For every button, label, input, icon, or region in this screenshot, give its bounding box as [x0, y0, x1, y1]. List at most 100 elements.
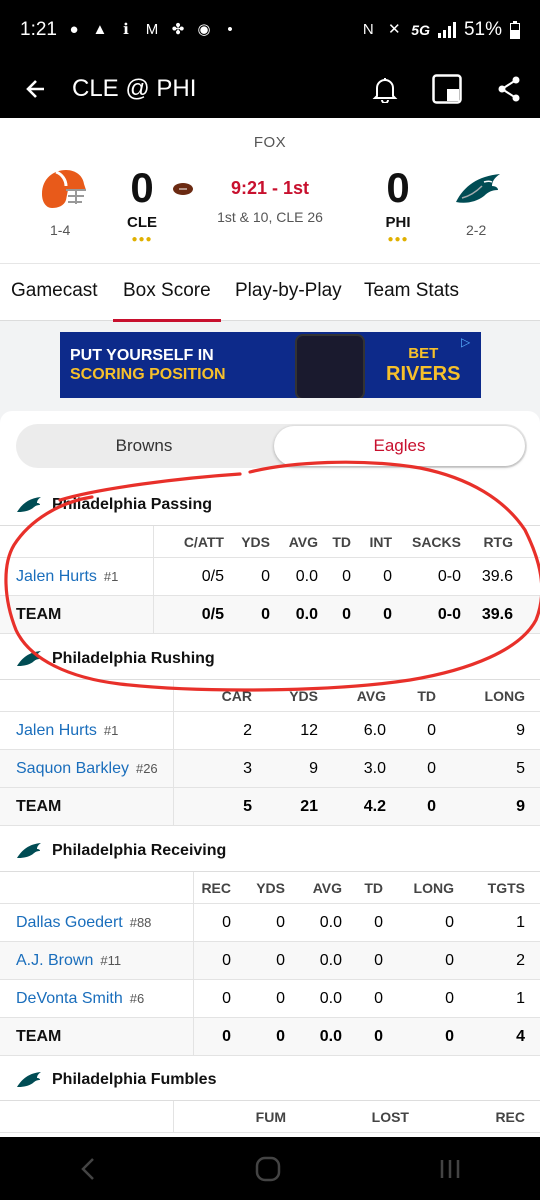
column-header: REC: [495, 1108, 525, 1125]
box-score-panel: Browns Eagles Philadelphia Passing C/ATT Y…: [0, 411, 540, 1141]
jersey-number: #6: [129, 991, 145, 1006]
possession-football-icon: [173, 183, 193, 195]
column-divider: [173, 1101, 174, 1132]
player-link[interactable]: A.J. Brown: [16, 952, 93, 970]
player-row: Jalen Hurts #1 2 12 6.0 0 9: [0, 712, 540, 750]
player-name-cell[interactable]: Jalen Hurts #1: [16, 712, 118, 749]
stat-cell: 9: [516, 797, 525, 815]
column-header: SACKS: [411, 533, 461, 550]
screen: { "status_bar": {"time": "1:21", "networ…: [0, 0, 540, 1200]
column-header: TGTS: [487, 879, 525, 896]
column-divider: [193, 872, 194, 903]
stat-cell: 0.0: [319, 913, 342, 931]
column-header: YDS: [256, 879, 285, 896]
eagles-small-logo-icon: [17, 1072, 41, 1087]
column-divider: [153, 558, 154, 595]
stat-cell: 0: [445, 989, 454, 1007]
ad-banner[interactable]: PUT YOURSELF IN SCORING POSITION BET RIVER…: [60, 332, 481, 398]
team-label: TEAM: [16, 605, 62, 623]
status-bar: 1:21 ● ▲ ℹ M ✤ ◉ • N ✕ 5G 51%: [0, 0, 540, 60]
player-row: Saquon Barkley #26 3 9 3.0 0 5: [0, 750, 540, 788]
column-divider: [173, 680, 174, 711]
share-button[interactable]: [478, 60, 540, 118]
stat-cell: 0: [445, 913, 454, 931]
ad-line-2: SCORING POSITION: [70, 366, 226, 383]
player-link[interactable]: Jalen Hurts: [16, 722, 97, 740]
player-name-cell[interactable]: Jalen Hurts #1: [16, 558, 118, 595]
adchoices-icon[interactable]: ▷: [461, 335, 477, 349]
stat-cell: 3.0: [363, 759, 386, 777]
page-title: CLE @ PHI: [72, 75, 197, 102]
player-link[interactable]: Saquon Barkley: [16, 760, 129, 778]
stat-cell: 0: [374, 989, 383, 1007]
tab-box-score[interactable]: Box Score: [113, 264, 221, 322]
stat-cell: 4.2: [363, 797, 386, 815]
picture-in-picture-button[interactable]: [416, 60, 478, 118]
home-abbr: PHI: [385, 214, 411, 231]
ad-brand: BET RIVERS: [386, 344, 460, 384]
jersey-number: #88: [129, 915, 152, 930]
warning-notification-icon: ▲: [92, 21, 108, 38]
player-name-cell[interactable]: Dallas Goedert #88: [16, 904, 151, 941]
pip-icon: [432, 74, 462, 104]
player-link[interactable]: DeVonta Smith: [16, 990, 123, 1008]
column-header: TD: [364, 879, 383, 896]
player-name-cell[interactable]: A.J. Brown #11: [16, 942, 121, 979]
fumbles-table: FUM LOST REC: [0, 1100, 540, 1133]
eagles-logo-icon[interactable]: [454, 172, 502, 206]
stat-cell: 0: [222, 913, 231, 931]
back-nav-icon[interactable]: [78, 1157, 98, 1181]
tab-team-stats[interactable]: Team Stats: [364, 264, 459, 322]
arrow-left-icon: [26, 80, 44, 98]
stat-cell: 0/5: [201, 605, 224, 623]
column-header: AVG: [356, 687, 386, 704]
broadcast-network: FOX: [253, 134, 287, 151]
ad-headline: PUT YOURSELF IN SCORING POSITION: [70, 346, 226, 384]
column-header: LOST: [371, 1108, 409, 1125]
column-header: LONG: [484, 687, 525, 704]
stat-cell: 0: [374, 1027, 383, 1045]
stat-cell: 39.6: [481, 605, 513, 623]
stat-cell: 1: [516, 989, 525, 1007]
player-name-cell[interactable]: DeVonta Smith #6: [16, 980, 144, 1017]
stat-cell: 0: [427, 759, 436, 777]
battery-percent: 51%: [463, 19, 502, 40]
recents-nav-icon[interactable]: [438, 1158, 462, 1180]
back-button[interactable]: [0, 60, 72, 118]
stat-cell: 0: [383, 605, 392, 623]
toggle-browns[interactable]: Browns: [16, 424, 272, 468]
column-header: YDS: [289, 687, 318, 704]
tab-gamecast[interactable]: Gamecast: [11, 264, 98, 322]
stat-cell: 9: [516, 721, 525, 739]
home-nav-icon[interactable]: [255, 1156, 281, 1182]
toggle-eagles[interactable]: Eagles: [274, 426, 525, 466]
table-header-row: C/ATT YDS AVG TD INT SACKS RTG: [0, 526, 540, 558]
column-header: TD: [332, 533, 351, 550]
table-header-row: REC YDS AVG TD LONG TGTS: [0, 872, 540, 904]
tab-play-by-play[interactable]: Play-by-Play: [235, 264, 342, 322]
stat-cell: 1: [516, 913, 525, 931]
team-total-row: TEAM 5 21 4.2 0 9: [0, 788, 540, 826]
alerts-button[interactable]: [354, 60, 416, 118]
column-header: C/ATT: [183, 533, 224, 550]
stat-cell: 0-0: [437, 605, 461, 623]
stat-cell: 0.0: [319, 951, 342, 969]
more-notifications-icon: •: [227, 21, 233, 38]
stat-cell: 0.0: [295, 567, 318, 585]
stat-cell: 0: [276, 913, 285, 931]
column-divider: [173, 788, 174, 825]
stat-cell: 5: [243, 797, 252, 815]
column-divider: [153, 526, 154, 557]
section-title: Philadelphia Passing: [52, 496, 213, 513]
browns-helmet-icon[interactable]: [38, 168, 88, 210]
player-link[interactable]: Jalen Hurts: [16, 568, 97, 586]
eagles-small-logo-icon: [17, 497, 41, 512]
stat-cell: 0/5: [201, 567, 224, 585]
stat-cell: 0: [342, 567, 351, 585]
player-link[interactable]: Dallas Goedert: [16, 914, 123, 932]
column-header: YDS: [241, 533, 270, 550]
player-name-cell[interactable]: Saquon Barkley #26: [16, 750, 158, 787]
stat-cell: 2: [243, 721, 252, 739]
jersey-number: #11: [100, 953, 122, 968]
stat-cell: 0: [383, 567, 392, 585]
